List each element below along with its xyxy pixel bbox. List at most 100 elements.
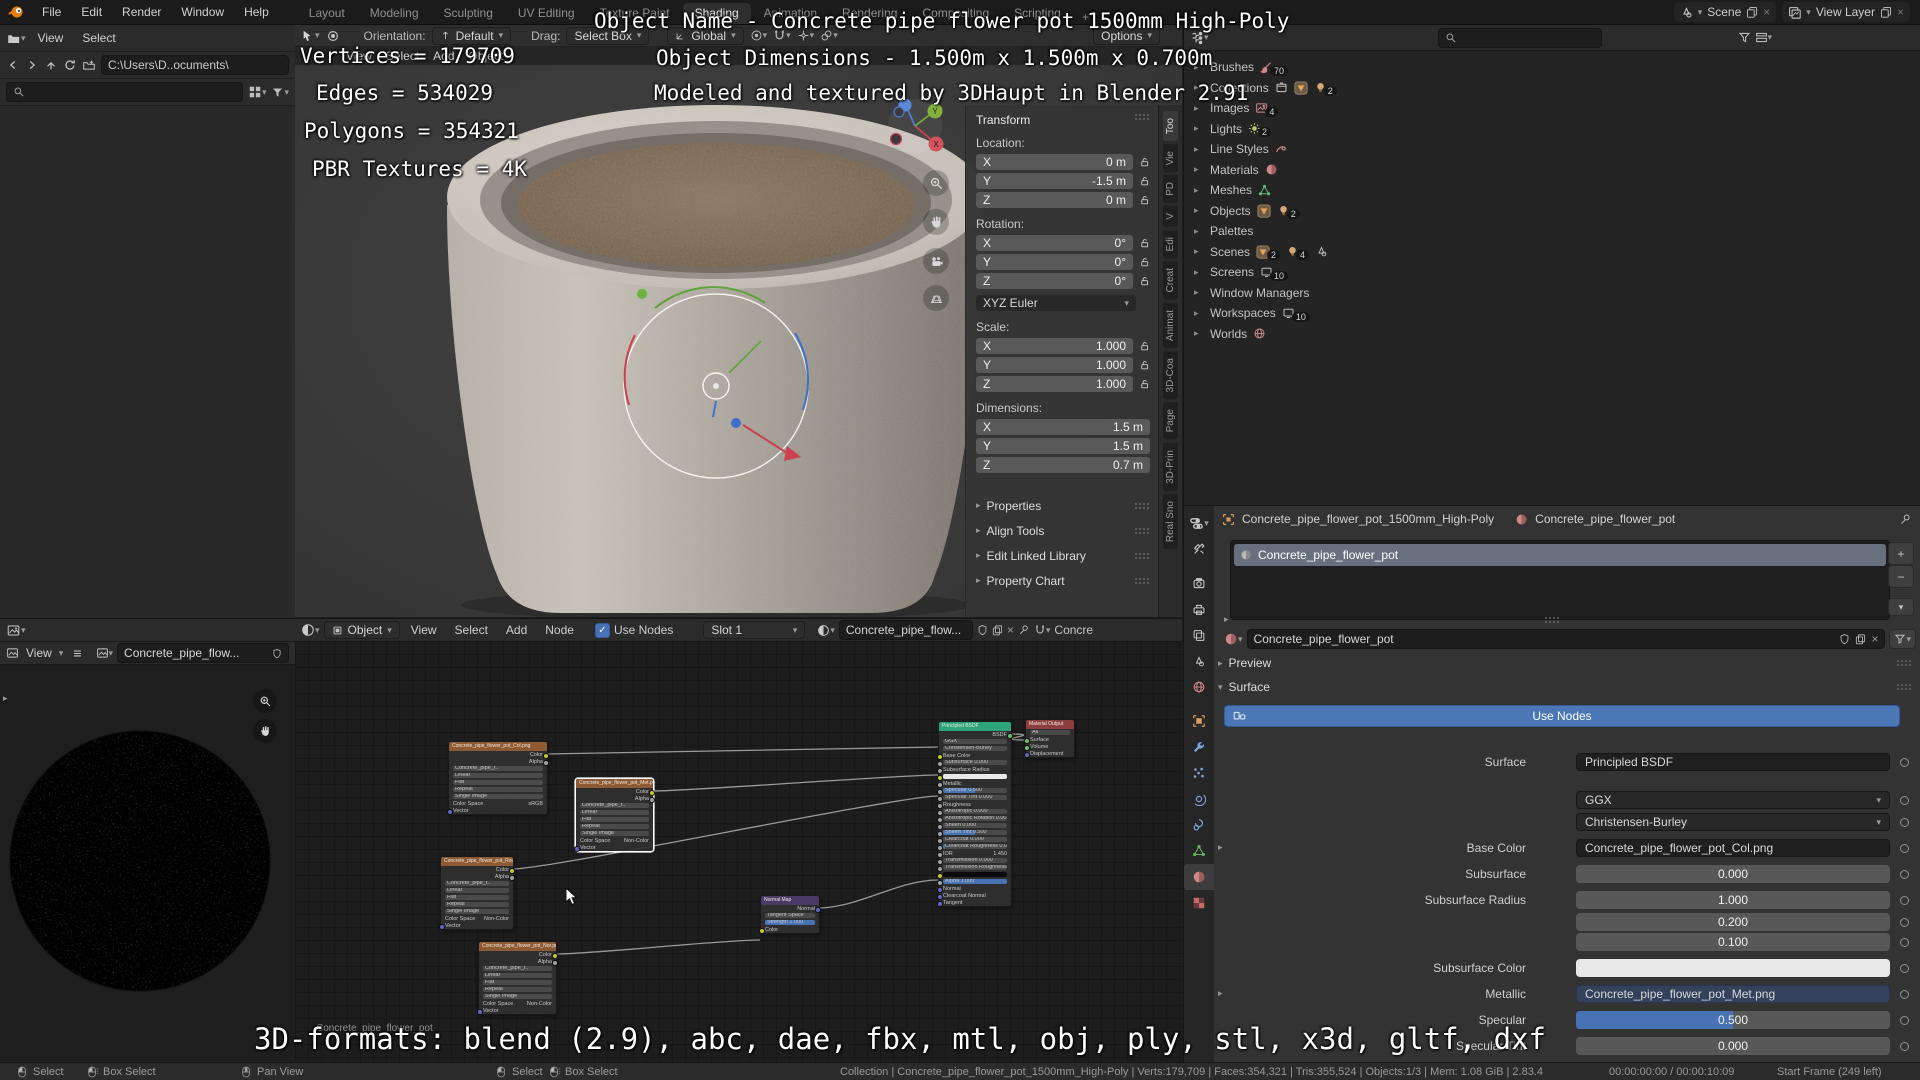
expand-arrow-icon[interactable]: ▸ xyxy=(1194,164,1204,175)
image-name-field[interactable]: Concrete_pipe_flow... xyxy=(117,643,289,663)
transform-field-z[interactable]: Z 0.7 m xyxy=(976,457,1150,473)
tab-layout[interactable]: Layout xyxy=(297,3,357,24)
editor-type-image-icon[interactable]: ▾ xyxy=(6,624,26,637)
options-dropdown[interactable]: Options ▾ xyxy=(1093,26,1160,45)
camera-view-icon[interactable] xyxy=(923,248,949,274)
view-layer-name[interactable]: View Layer xyxy=(1816,5,1875,19)
tool-options-icon[interactable] xyxy=(326,29,340,43)
node-slider[interactable]: Strength 1.000 xyxy=(765,919,815,926)
material-filter-icon[interactable]: ▾ xyxy=(1889,629,1916,649)
expand-arrow-icon[interactable]: ▸ xyxy=(1194,328,1204,339)
prop-dropdown-ggx[interactable]: GGX ▾ xyxy=(1576,791,1890,809)
prop-slider-subsurface-radius[interactable]: 1.000 xyxy=(1576,891,1890,909)
overlays-toggle-icon[interactable]: ▾ xyxy=(820,29,838,42)
animate-dot[interactable] xyxy=(1900,1016,1909,1025)
node-dropdown[interactable]: Tangent Space xyxy=(765,912,815,919)
node-dropdown[interactable]: Christensen-Burley xyxy=(943,745,1007,752)
shader-node-menu[interactable]: Node xyxy=(538,623,581,637)
expand-arrow-icon[interactable]: ▸ xyxy=(1194,62,1204,73)
lock-open-icon[interactable] xyxy=(1139,256,1150,268)
lock-open-icon[interactable] xyxy=(1139,378,1150,390)
node-color[interactable] xyxy=(943,871,1007,878)
tab-compositing[interactable]: Compositing xyxy=(910,3,1001,24)
properties-editor-type-icon[interactable]: ▾ xyxy=(1184,510,1214,536)
node-slider[interactable]: Clearcoat Roughness 0.030 xyxy=(943,843,1007,850)
node-slider[interactable]: Sheen Tint 0.500 xyxy=(943,829,1007,836)
image-name-field[interactable]: Concrete_pipe_f.. xyxy=(453,765,543,772)
file-list-area[interactable] xyxy=(0,106,295,620)
principled-bsdf-node[interactable]: Principled BSDF BSDF GGX Christensen-Burley… xyxy=(937,721,1013,907)
filter-icon[interactable]: ▾ xyxy=(271,86,289,99)
gizmos-toggle-icon[interactable]: ▾ xyxy=(797,29,814,42)
collapsed-panel-edit-linked-library[interactable]: ▸ Edit Linked Library xyxy=(976,543,1150,568)
shader-type-dropdown[interactable]: Object ▾ xyxy=(323,621,400,639)
rotation-mode-dropdown[interactable]: XYZ Euler ▾ xyxy=(976,295,1136,311)
properties-tab-tool[interactable] xyxy=(1184,536,1214,562)
pin-icon[interactable] xyxy=(1899,513,1912,526)
pin-icon[interactable] xyxy=(1018,624,1030,636)
viewport-view-menu[interactable]: View xyxy=(339,49,379,63)
expand-arrow-icon[interactable]: ▸ xyxy=(1218,988,1223,999)
up-icon[interactable] xyxy=(44,58,58,72)
list-grip[interactable] xyxy=(1544,616,1560,624)
snap-magnet-icon[interactable]: ▾ xyxy=(773,29,791,42)
sidebar-tab-creat[interactable]: Creat xyxy=(1163,261,1178,300)
zoom-icon[interactable] xyxy=(923,170,949,196)
file-path-field[interactable]: C:\Users\D..ocuments\ xyxy=(101,55,289,75)
prop-dropdown-christensenburley[interactable]: Christensen-Burley ▾ xyxy=(1576,813,1890,831)
surface-panel-header[interactable]: ▾ Surface xyxy=(1218,680,1912,694)
outliner-filter-icon[interactable] xyxy=(1738,31,1751,44)
node-dropdown[interactable]: Linear xyxy=(580,809,649,816)
outliner-display-mode-icon[interactable]: ▾ xyxy=(1755,31,1772,44)
animate-dot[interactable] xyxy=(1900,1042,1909,1051)
filebrowser-view-menu[interactable]: View xyxy=(31,31,71,45)
lock-open-icon[interactable] xyxy=(1139,175,1150,187)
node-canvas[interactable]: Concrete_pipe_flower_pot_Col.png Color Alp… xyxy=(295,641,1182,1063)
editor-type-shader-icon[interactable]: ▾ xyxy=(301,623,320,637)
sidebar-tab-animat[interactable]: Animat xyxy=(1163,302,1178,349)
image-view-menu[interactable]: View xyxy=(23,646,55,660)
prop-color-subsurface-color[interactable] xyxy=(1576,959,1890,977)
collapsed-panel-properties[interactable]: ▸ Properties xyxy=(976,493,1150,518)
outliner-item-objects[interactable]: ▸ Objects 2 xyxy=(1184,201,1920,222)
hamburger-menu-icon[interactable]: ≡ xyxy=(73,645,81,661)
prop-slider-specular[interactable]: 0.500 xyxy=(1576,1011,1890,1029)
expand-arrow-icon[interactable]: ▸ xyxy=(1194,185,1204,196)
transform-panel-title[interactable]: Transform xyxy=(976,113,1030,127)
material-output-node[interactable]: Material Output All Surface Volume Displacem… xyxy=(1024,719,1075,758)
pan-hand-icon[interactable] xyxy=(253,719,277,743)
prop-field-base-color[interactable]: Concrete_pipe_flower_pot_Col.png xyxy=(1576,839,1890,857)
menu-file[interactable]: File xyxy=(32,0,71,24)
transform-field-z[interactable]: Z 0 m xyxy=(976,192,1133,208)
viewport-3d[interactable]: ▾ Orientation: Default ▾ Drag: Select Box… xyxy=(295,25,1182,617)
sidebar-tab-page[interactable]: Page xyxy=(1163,402,1178,440)
collapsed-panel-align-tools[interactable]: ▸ Align Tools xyxy=(976,518,1150,543)
image-texture-node[interactable]: Concrete_pipe_flower_pot_Col.png Color Alp… xyxy=(447,741,549,815)
expand-arrow-icon[interactable]: ▸ xyxy=(1194,308,1204,319)
file-search-input[interactable] xyxy=(6,82,243,102)
proportional-edit-icon[interactable]: ▾ xyxy=(750,29,767,42)
new-scene-icon[interactable] xyxy=(1746,6,1758,18)
animate-dot[interactable] xyxy=(1900,870,1909,879)
tab-modeling[interactable]: Modeling xyxy=(358,3,431,24)
viewport-object-menu[interactable]: Object xyxy=(462,49,511,63)
toolbar-expand-arrow[interactable]: ▸ xyxy=(3,693,8,704)
prop-slider-v[interactable]: 0.100 xyxy=(1576,933,1890,951)
node-slider[interactable]: Anisotropic Rotation 0.000 xyxy=(943,815,1007,822)
node-dropdown[interactable]: Repeat xyxy=(445,901,509,908)
properties-tab-viewlayer[interactable] xyxy=(1184,622,1214,648)
transform-field-x[interactable]: X 0° xyxy=(976,235,1133,251)
pan-hand-icon[interactable] xyxy=(923,209,949,235)
expand-arrow-icon[interactable]: ▸ xyxy=(1194,267,1204,278)
expand-arrow[interactable]: ▸ xyxy=(1224,614,1229,625)
node-dropdown[interactable]: Single Image xyxy=(445,908,509,915)
prop-slider-v[interactable]: 0.200 xyxy=(1576,913,1890,931)
transform-field-z[interactable]: Z 1.000 xyxy=(976,376,1133,392)
node-dropdown[interactable]: Flat xyxy=(580,816,649,823)
image-name-field[interactable]: Concrete_pipe_f.. xyxy=(580,802,649,809)
sidebar-tab-edi[interactable]: Edi xyxy=(1163,229,1178,259)
animate-dot[interactable] xyxy=(1900,758,1909,767)
unlink-icon[interactable]: × xyxy=(1007,623,1014,637)
outliner-item-collections[interactable]: ▸ Collections 2 xyxy=(1184,78,1920,99)
node-dropdown[interactable]: Repeat xyxy=(483,986,552,993)
